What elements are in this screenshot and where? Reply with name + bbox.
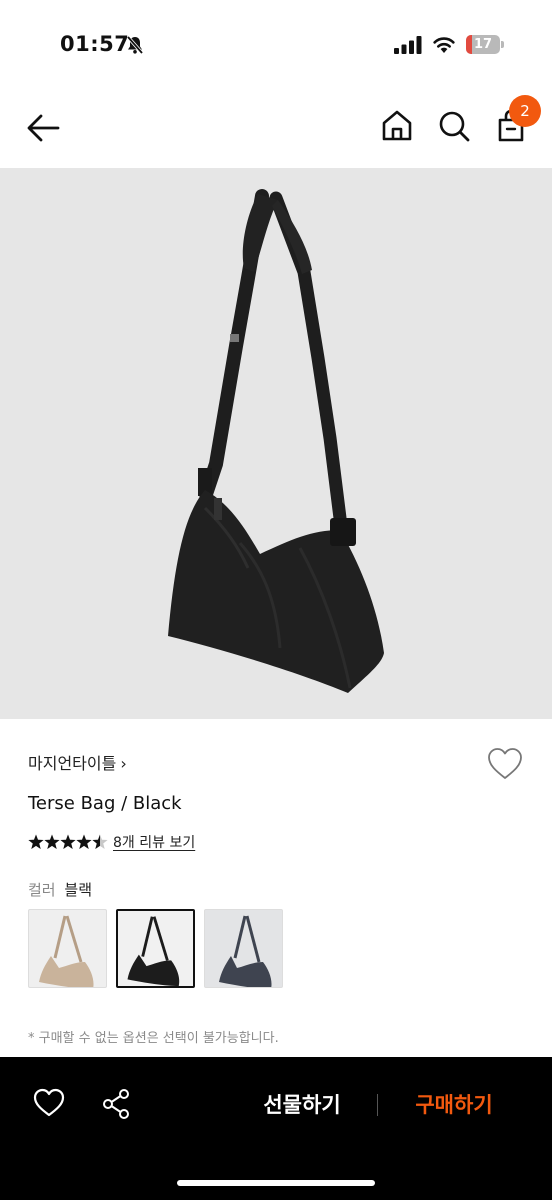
swatch-black[interactable] — [116, 909, 195, 988]
battery-cap — [501, 41, 504, 48]
rating-stars — [28, 834, 108, 849]
product-image[interactable] — [0, 168, 552, 719]
swatch-beige[interactable] — [28, 909, 107, 988]
swatch-gray[interactable] — [204, 909, 283, 988]
wifi-icon — [433, 37, 455, 53]
swatch-black-image — [127, 916, 180, 986]
bag-illustration — [168, 189, 384, 693]
status-bar: 01:57 17 — [0, 0, 552, 90]
cart-count-badge: 2 — [509, 95, 541, 127]
bottom-action-bar: 선물하기 구매하기 — [0, 1057, 552, 1200]
action-divider — [377, 1094, 378, 1116]
color-option-row: 컬러 블랙 — [28, 879, 92, 900]
review-link[interactable]: 8개 리뷰 보기 — [113, 832, 195, 852]
status-time: 01:57 — [60, 32, 130, 56]
home-icon[interactable] — [380, 108, 414, 144]
color-label: 컬러 — [28, 881, 56, 899]
product-title: Terse Bag / Black — [28, 793, 182, 814]
brand-link[interactable]: 마지언타이틀 › — [28, 750, 127, 774]
signal-icon — [394, 36, 422, 54]
search-icon[interactable] — [437, 108, 471, 144]
bell-slash-icon — [126, 35, 144, 55]
color-value: 블랙 — [64, 881, 92, 899]
battery-icon: 17 — [466, 35, 500, 54]
swatch-beige-image — [39, 915, 94, 987]
heart-icon[interactable] — [32, 1087, 66, 1119]
buy-button[interactable]: 구매하기 — [402, 1087, 506, 1123]
home-indicator — [177, 1180, 375, 1186]
option-notice: * 구매할 수 없는 옵션은 선택이 불가능합니다. — [28, 1031, 279, 1046]
nav-bar — [0, 90, 552, 168]
star-filled-icon — [76, 834, 92, 849]
back-arrow-icon[interactable] — [22, 110, 64, 146]
rating-row: 8개 리뷰 보기 — [28, 832, 195, 852]
share-icon[interactable] — [100, 1087, 132, 1121]
star-filled-icon — [60, 834, 76, 849]
gift-button[interactable]: 선물하기 — [252, 1087, 352, 1123]
wishlist-heart-icon[interactable] — [486, 746, 524, 782]
star-filled-icon — [28, 834, 44, 849]
battery-level: 17 — [473, 37, 493, 52]
brand-name: 마지언타이틀 — [28, 754, 117, 773]
swatch-gray-image — [219, 915, 272, 987]
star-filled-icon — [44, 834, 60, 849]
chevron-right-icon: › — [120, 754, 127, 773]
